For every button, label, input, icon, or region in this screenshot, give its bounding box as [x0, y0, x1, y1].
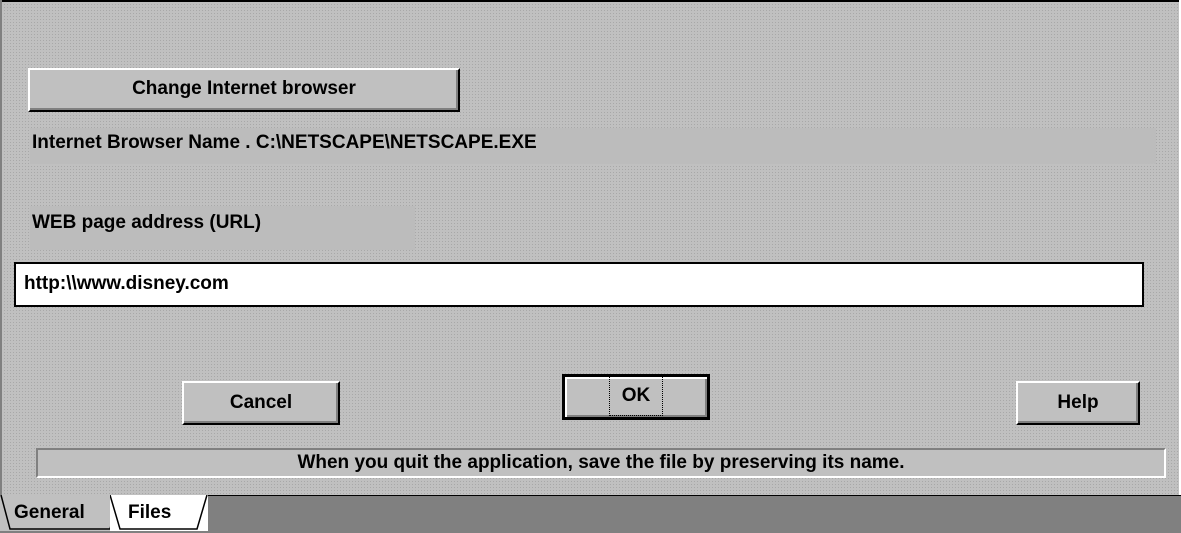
top-border	[0, 0, 1181, 2]
change-browser-button[interactable]: Change Internet browser	[28, 68, 460, 112]
change-browser-button-label: Change Internet browser	[132, 78, 356, 99]
url-label: WEB page address (URL)	[30, 206, 415, 250]
status-bar: When you quit the application, save the …	[36, 448, 1166, 478]
tab-general-label: General	[14, 502, 85, 523]
browser-settings-dialog: Change Internet browser Internet Browser…	[0, 0, 1181, 533]
cancel-button-label: Cancel	[229, 392, 293, 413]
ok-button-label: OK	[608, 376, 664, 416]
help-button-label: Help	[1057, 392, 1099, 413]
tab-files[interactable]: Files	[110, 495, 208, 531]
left-border	[0, 0, 2, 495]
help-button[interactable]: Help	[1016, 381, 1140, 425]
ok-button[interactable]: OK	[562, 374, 710, 420]
tab-general[interactable]: General	[0, 495, 118, 531]
browser-name-label: Internet Browser Name . C:\NETSCAPE\NETS…	[30, 128, 1156, 164]
url-input[interactable]: http:\\www.disney.com	[14, 262, 1144, 307]
cancel-button[interactable]: Cancel	[182, 381, 340, 425]
sheet-tab-bar: General Files	[0, 495, 1181, 533]
tab-files-label: Files	[128, 502, 172, 523]
